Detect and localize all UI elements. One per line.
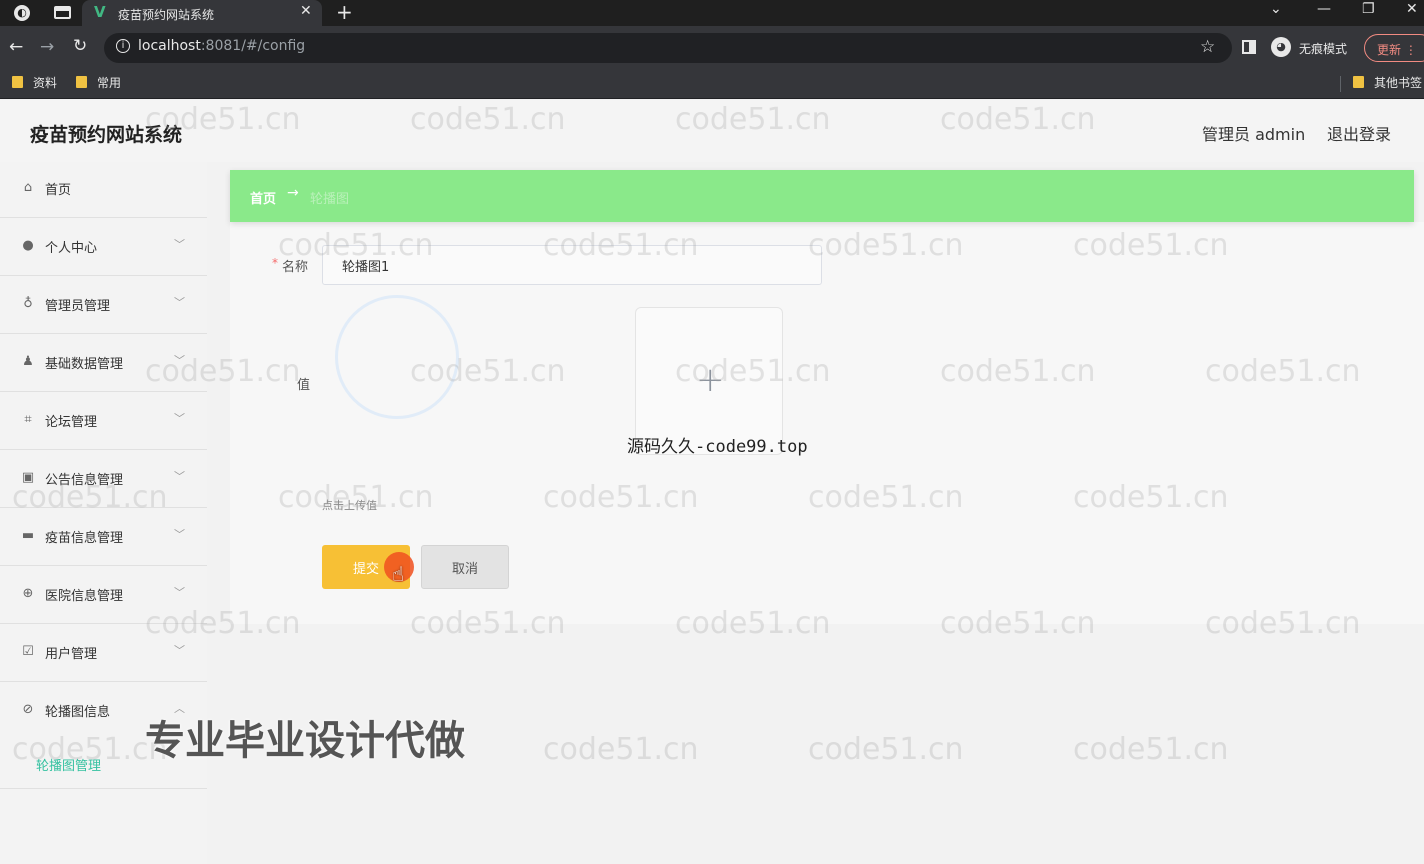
clipboard-icon: ☑ xyxy=(22,644,34,659)
chevron-down-icon: ﹀ xyxy=(174,644,185,657)
breadcrumb-separator: → xyxy=(287,185,299,201)
forward-icon[interactable]: → xyxy=(40,37,54,57)
browser-menu-icon[interactable]: ◐ xyxy=(14,5,30,21)
bookmark-star-icon[interactable]: ☆ xyxy=(1200,37,1215,57)
bookmark-folder-ziliao[interactable]: 资料 xyxy=(12,74,57,91)
current-user: 管理员 admin xyxy=(1202,125,1306,144)
sidebar-item-user-management[interactable]: ☑ 用户管理 ﹀ xyxy=(0,624,207,682)
value-label: 值 xyxy=(297,378,311,393)
sidebar-item-announcements[interactable]: ▣ 公告信息管理 ﹀ xyxy=(0,450,207,508)
sidebar-item-home[interactable]: ⌂ 首页 xyxy=(0,160,207,218)
url-host: localhost xyxy=(138,38,201,54)
tab-overview-icon[interactable] xyxy=(54,6,71,19)
bookmark-label: 常用 xyxy=(97,76,122,90)
folder-icon xyxy=(76,76,87,88)
sidebar-item-label: 公告信息管理 xyxy=(45,473,124,488)
sidebar-item-label: 论坛管理 xyxy=(45,415,98,430)
bookmark-separator xyxy=(1340,76,1341,92)
sidebar-item-basic-data[interactable]: ♟ 基础数据管理 ﹀ xyxy=(0,334,207,392)
microphone-icon: ♁ xyxy=(23,296,33,311)
sidebar-item-admin-management[interactable]: ♁ 管理员管理 ﹀ xyxy=(0,276,207,334)
promo-overlay-text: 专业毕业设计代做 xyxy=(145,718,465,764)
incognito-label: 无痕模式 xyxy=(1299,42,1348,56)
compass-icon: ⊘ xyxy=(22,702,34,717)
divider xyxy=(0,788,207,789)
target-icon: ⊕ xyxy=(22,586,34,601)
sidebar-item-label: 医院信息管理 xyxy=(45,589,124,604)
site-info-icon[interactable]: i xyxy=(116,39,130,53)
url-path: :8081/#/config xyxy=(200,38,306,54)
folder-icon xyxy=(1353,76,1364,88)
side-panel-icon[interactable] xyxy=(1242,40,1256,54)
vue-favicon-icon: V xyxy=(94,3,106,21)
sidebar-item-label: 基础数据管理 xyxy=(45,357,124,372)
minimize-icon[interactable]: — xyxy=(1317,1,1331,17)
chevron-down-icon: ﹀ xyxy=(174,238,185,251)
chevron-down-icon: ﹀ xyxy=(174,528,185,541)
cancel-button[interactable]: 取消 xyxy=(421,545,509,589)
breadcrumb-current: 轮播图 xyxy=(310,192,350,207)
chart-icon: ▣ xyxy=(21,470,35,485)
sidebar-item-label: 首页 xyxy=(45,183,72,198)
update-label: 更新 xyxy=(1377,43,1402,57)
chevron-down-icon: ﹀ xyxy=(174,586,185,599)
tab-search-icon[interactable]: ⌄ xyxy=(1270,1,1282,17)
sidebar-item-hospital-info[interactable]: ⊕ 医院信息管理 ﹀ xyxy=(0,566,207,624)
restore-icon[interactable]: ❐ xyxy=(1362,1,1375,17)
person-icon: ♟ xyxy=(22,354,34,369)
bookmark-label: 资料 xyxy=(33,76,58,90)
sidebar-item-label: 用户管理 xyxy=(45,647,98,662)
sidebar-item-label: 疫苗信息管理 xyxy=(45,531,124,546)
chevron-down-icon: ﹀ xyxy=(174,412,185,425)
home-icon: ⌂ xyxy=(23,180,33,195)
monitor-icon: ▬ xyxy=(21,528,35,543)
chevron-down-icon: ﹀ xyxy=(174,296,185,309)
sidebar-subitem-carousel-management[interactable]: 轮播图管理 xyxy=(36,755,101,774)
bookmarks-bar xyxy=(0,68,1424,99)
bookmark-folder-changyong[interactable]: 常用 xyxy=(76,74,121,91)
logout-link[interactable]: 退出登录 xyxy=(1327,121,1391,145)
url-text[interactable]: localhost:8081/#/config xyxy=(138,38,305,54)
chevron-down-icon: ﹀ xyxy=(174,470,185,483)
sidebar-item-label: 个人中心 xyxy=(45,241,98,256)
sidebar-item-vaccine-info[interactable]: ▬ 疫苗信息管理 ﹀ xyxy=(0,508,207,566)
tab-close-icon[interactable]: ✕ xyxy=(300,3,312,19)
user-icon: ● xyxy=(22,238,34,253)
reload-icon[interactable]: ↻ xyxy=(73,36,87,56)
name-label: 名称 xyxy=(282,260,309,275)
sidebar-item-personal-center[interactable]: ● 个人中心 ﹀ xyxy=(0,218,207,276)
breadcrumb xyxy=(230,170,1414,222)
loading-ring xyxy=(335,295,459,419)
bookmark-folder-other[interactable]: 其他书签 xyxy=(1353,74,1422,91)
plus-icon[interactable]: + xyxy=(696,360,725,400)
incognito-icon: ◕ xyxy=(1271,37,1291,57)
update-button[interactable]: 更新 ⋮ xyxy=(1364,34,1424,62)
hand-cursor-icon: ☝ xyxy=(392,562,405,586)
bookmark-label: 其他书签 xyxy=(1374,76,1423,90)
folder-icon xyxy=(12,76,23,88)
window-close-icon[interactable]: ✕ xyxy=(1406,1,1418,17)
crop-icon: ⌗ xyxy=(24,412,32,427)
back-icon[interactable]: ← xyxy=(9,37,23,57)
sidebar-item-forum[interactable]: ⌗ 论坛管理 ﹀ xyxy=(0,392,207,450)
tab-title[interactable]: 疫苗预约网站系统 xyxy=(118,6,214,23)
required-marker: * xyxy=(272,256,278,270)
upload-hint: 点击上传值 xyxy=(322,499,377,512)
new-tab-icon[interactable]: + xyxy=(336,0,353,24)
sidebar-item-label: 轮播图信息 xyxy=(45,705,111,720)
chevron-down-icon: ﹀ xyxy=(174,354,185,367)
breadcrumb-home[interactable]: 首页 xyxy=(250,188,276,207)
sidebar-item-label: 管理员管理 xyxy=(45,299,111,314)
site-title: 疫苗预约网站系统 xyxy=(30,124,183,146)
watermark-caption: 源码久久-code99.top xyxy=(627,437,808,457)
name-input[interactable] xyxy=(322,245,822,285)
